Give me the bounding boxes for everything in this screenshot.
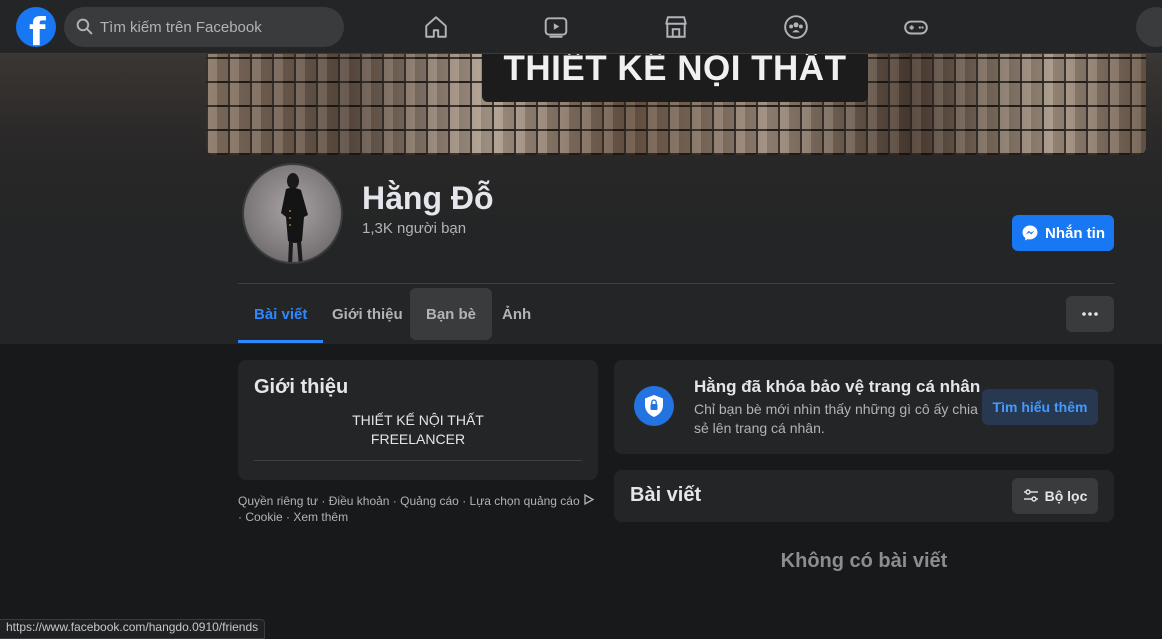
intro-title: Giới thiệu	[254, 376, 349, 398]
watch-icon	[544, 17, 568, 38]
footer-link-cookie[interactable]: Cookie	[245, 510, 282, 524]
locked-profile-card: Hằng đã khóa bảo vệ trang cá nhân Chỉ bạ…	[614, 360, 1114, 454]
footer-separator: ·	[318, 494, 329, 508]
facebook-logo-icon[interactable]: f	[16, 7, 56, 47]
footer-link-ad-choices[interactable]: Lựa chọn quảng cáo	[470, 494, 580, 508]
cover-photo[interactable]: THIẾT KẾ NỘI THẤT	[206, 54, 1146, 155]
intro-card: Giới thiệu THIẾT KẾ NỘI THẤT FREELANCER	[238, 360, 598, 480]
intro-bio: THIẾT KẾ NỘI THẤT FREELANCER	[254, 411, 582, 449]
locked-description: Chỉ bạn bè mới nhìn thấy những gì cô ấy …	[694, 401, 978, 436]
learn-more-button[interactable]: Tìm hiểu thêm	[982, 389, 1098, 425]
posts-title: Bài viết	[630, 484, 702, 506]
footer-link-ads[interactable]: Quảng cáo	[400, 494, 459, 508]
nav-watch-button[interactable]	[500, 0, 612, 54]
home-icon	[425, 16, 447, 38]
avatar[interactable]	[242, 163, 343, 264]
nav-marketplace-button[interactable]	[620, 0, 732, 54]
footer-link-terms[interactable]: Điều khoản	[329, 494, 390, 508]
message-button-label: Nhắn tin	[1045, 224, 1105, 242]
menu-button[interactable]	[1136, 7, 1162, 47]
footer-links: Quyền riêng tư · Điều khoản · Quảng cáo …	[238, 493, 598, 525]
nav-gaming-button[interactable]	[860, 0, 972, 54]
tab-posts[interactable]: Bài viết	[238, 288, 324, 343]
filter-button-label: Bộ lọc	[1044, 488, 1088, 504]
nav-home-button[interactable]	[380, 0, 492, 54]
filter-sliders-icon	[1023, 489, 1038, 502]
footer-link-privacy[interactable]: Quyền riêng tư	[238, 494, 318, 508]
search-input[interactable]	[100, 7, 336, 47]
header-divider	[238, 283, 1114, 284]
link-status-bar: https://www.facebook.com/hangdo.0910/fri…	[0, 619, 266, 639]
friends-count[interactable]: 1,3K người bạn	[362, 220, 466, 237]
top-navigation-bar: f	[0, 0, 1162, 54]
message-button[interactable]: Nhắn tin	[1012, 215, 1114, 251]
more-options-button[interactable]	[1066, 296, 1114, 332]
intro-divider	[254, 460, 582, 461]
groups-icon	[784, 15, 808, 39]
tab-friends[interactable]: Bạn bè	[410, 288, 493, 340]
footer-separator: ·	[282, 510, 294, 524]
footer-separator: ·	[389, 494, 401, 508]
search-icon	[76, 18, 93, 40]
bio-line-2: FREELANCER	[370, 431, 466, 447]
tab-photos[interactable]: Ảnh	[486, 288, 547, 340]
footer-link-more[interactable]: Xem thêm	[293, 510, 348, 524]
shield-lock-icon	[634, 386, 674, 426]
search-box[interactable]	[64, 7, 344, 47]
cover-banner-text: THIẾT KẾ NỘI THẤT	[503, 54, 847, 88]
no-posts-message: Không có bài viết	[780, 550, 948, 572]
filter-button[interactable]: Bộ lọc	[1012, 478, 1098, 514]
gaming-icon	[904, 20, 928, 35]
marketplace-icon	[665, 16, 687, 38]
footer-separator: ·	[458, 494, 470, 508]
nav-groups-button[interactable]	[740, 0, 852, 54]
bio-line-1: THIẾT KẾ NỘI THẤT	[352, 412, 484, 428]
profile-name: Hằng Đỗ	[362, 180, 494, 216]
tab-about[interactable]: Giới thiệu	[316, 288, 419, 340]
messenger-icon	[1022, 225, 1038, 241]
cover-banner: THIẾT KẾ NỘI THẤT	[482, 54, 868, 102]
more-dots-icon	[1082, 312, 1098, 316]
locked-title: Hằng đã khóa bảo vệ trang cá nhân	[694, 377, 981, 396]
profile-picture-figure	[281, 173, 308, 262]
ad-choices-icon	[583, 493, 595, 508]
posts-header-card: Bài viết Bộ lọc	[614, 470, 1114, 522]
